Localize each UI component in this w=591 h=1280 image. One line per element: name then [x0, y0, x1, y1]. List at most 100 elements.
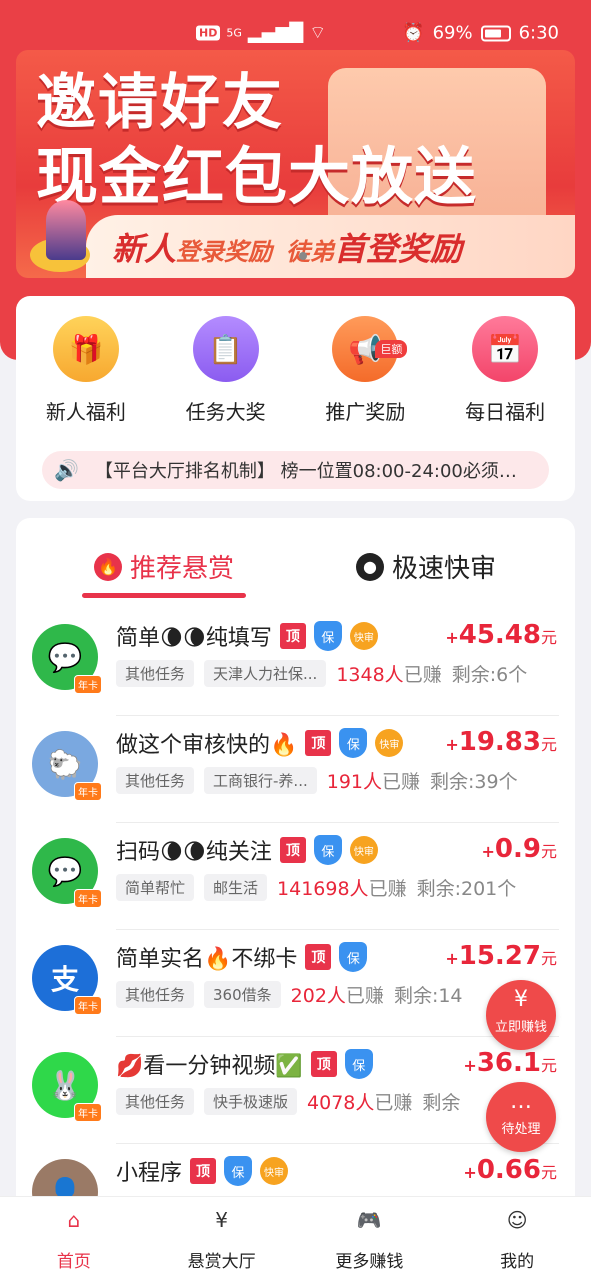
remaining-count: 剩余:39个	[430, 771, 518, 793]
tag-kuai: 快审	[349, 622, 378, 650]
reward-value: 19.83	[458, 727, 541, 757]
task-title-line: 做这个审核快的🔥 顶保快审	[116, 727, 404, 759]
reward-plus: +	[481, 842, 495, 861]
nav-reward-hall[interactable]: ¥ 悬赏大厅	[162, 1205, 282, 1272]
earned-count: 1348人已赚	[336, 660, 441, 687]
earned-count: 141698人已赚	[277, 874, 407, 901]
megaphone-person-illustration	[46, 200, 86, 260]
task-row[interactable]: 🐑 年卡 做这个审核快的🔥 顶保快审 +19.83元 其他任务 工商银行-养..…	[16, 715, 575, 822]
nav-label: 我的	[500, 1252, 535, 1272]
task-avatar: 🐑 年卡	[32, 731, 102, 801]
task-title-line: 扫码🌘🌘纯关注 顶保快审	[116, 834, 378, 866]
earned-count: 202人已赚	[291, 981, 384, 1008]
menu-item-newbie-welfare[interactable]: 🎁 新人福利	[26, 316, 146, 425]
user-icon: ☺	[506, 1208, 528, 1232]
signal-icon: ▂▄▆█	[247, 22, 304, 44]
reward-value: 15.27	[458, 941, 541, 971]
task-meta-line: 其他任务 工商银行-养... 191人已赚 剩余:39个	[116, 767, 561, 794]
task-source-chip: 工商银行-养...	[204, 767, 317, 794]
earned-count: 4078人已赚	[307, 1088, 412, 1115]
tab-label: 推荐悬赏	[130, 554, 235, 584]
task-reward: +15.27元	[445, 941, 557, 971]
task-meta-line: 简单帮忙 邮生活 141698人已赚 剩余:201个	[116, 874, 561, 901]
earned-number: 202人	[290, 985, 346, 1007]
yuan-doc-icon: ¥	[215, 1208, 228, 1232]
task-tabs: 🔥 推荐悬赏 ● 极速快审	[16, 518, 575, 598]
task-title: 做这个审核快的🔥	[116, 733, 298, 758]
menu-item-promo-reward[interactable]: 📢 巨额 推广奖励	[305, 316, 425, 425]
annual-card-badge: 年卡	[74, 1103, 102, 1122]
task-category-chip: 其他任务	[116, 1088, 195, 1115]
task-category-chip: 其他任务	[116, 981, 195, 1008]
nav-home[interactable]: ⌂ 首页	[14, 1205, 134, 1272]
task-reward: +36.1元	[463, 1048, 557, 1078]
task-title-line: 简单🌘🌘纯填写 顶保快审	[116, 620, 378, 652]
task-title: 💋看一分钟视频✅	[116, 1054, 303, 1079]
reward-plus: +	[463, 1056, 477, 1075]
tab-recommended[interactable]: 🔥 推荐悬赏	[94, 548, 234, 585]
task-avatar: 🐰 年卡	[32, 1052, 102, 1122]
task-avatar: 💬 年卡	[32, 624, 102, 694]
announcement-text: 【平台大厅排名机制】 榜一位置08:00-24:00必须…	[94, 461, 517, 482]
strip-b-big: 徒弟	[286, 237, 335, 266]
menu-item-task-award[interactable]: 📋 任务大奖	[166, 316, 286, 425]
quick-menu-card: 🎁 新人福利 📋 任务大奖 📢 巨额 推广奖励 📅 每日福利 🔊 【平台大厅排名…	[16, 296, 575, 501]
earned-number: 1348人	[336, 664, 404, 686]
earned-suffix: 已赚	[368, 878, 407, 900]
task-list: 💬 年卡 简单🌘🌘纯填写 顶保快审 +45.48元 其他任务 天津人力社保...…	[16, 608, 575, 1238]
reward-value: 0.66	[476, 1155, 541, 1185]
status-bar: HD 5G ▂▄▆█ ⌔ ⏰ 69% 6:30	[0, 0, 591, 44]
status-left: HD 5G ▂▄▆█ ⌔	[196, 22, 326, 45]
strip-a-big: 新人	[112, 229, 177, 268]
reward-unit: 元	[540, 628, 557, 647]
reward-unit: 元	[540, 1056, 557, 1075]
tab-fast-review[interactable]: ● 极速快审	[356, 548, 496, 585]
network-label: 5G	[226, 26, 242, 40]
task-category-chip: 简单帮忙	[116, 874, 195, 901]
tag-ding: 顶	[305, 730, 332, 756]
carousel-indicator	[299, 252, 307, 260]
task-category-chip: 其他任务	[116, 660, 195, 687]
task-title: 简单🌘🌘纯填写	[116, 626, 272, 651]
earned-suffix: 已赚	[382, 771, 421, 793]
tag-bao: 保	[339, 728, 368, 758]
tag-bao: 保	[339, 942, 368, 972]
active-tab-indicator	[82, 593, 246, 598]
task-source-chip: 天津人力社保...	[204, 660, 327, 687]
menu-label: 每日福利	[465, 400, 546, 424]
calendar-check-icon: 📅	[472, 316, 539, 382]
task-row[interactable]: 💬 年卡 扫码🌘🌘纯关注 顶保快审 +0.9元 简单帮忙 邮生活 141698人…	[16, 822, 575, 929]
tag-bao: 保	[313, 835, 342, 865]
tag-ding: 顶	[305, 944, 332, 970]
pending-label: 待处理	[501, 1122, 541, 1137]
task-reward: +19.83元	[445, 727, 557, 757]
menu-item-daily-welfare[interactable]: 📅 每日福利	[445, 316, 565, 425]
task-title-line: 简单实名🔥不绑卡 顶保	[116, 941, 368, 973]
status-right: ⏰ 69% 6:30	[402, 23, 559, 44]
task-title: 扫码🌘🌘纯关注	[116, 840, 272, 865]
task-category-chip: 其他任务	[116, 767, 195, 794]
nav-label: 首页	[56, 1252, 91, 1272]
announcement-bar[interactable]: 🔊 【平台大厅排名机制】 榜一位置08:00-24:00必须…	[42, 451, 549, 489]
banner-title-line2: 现金红包大放送	[36, 140, 478, 213]
reward-plus: +	[463, 1163, 477, 1182]
hd-badge: HD	[196, 25, 221, 41]
annual-card-badge: 年卡	[74, 782, 102, 801]
speaker-icon: 🔊	[54, 458, 79, 482]
invite-banner[interactable]: 邀请好友 现金红包大放送 新人登录奖励 徒弟首登奖励	[16, 50, 575, 278]
nav-mine[interactable]: ☺ 我的	[457, 1205, 577, 1272]
nav-more-earning[interactable]: 🎮 更多赚钱	[309, 1205, 429, 1272]
task-avatar: 💬 年卡	[32, 838, 102, 908]
remaining-count: 剩余:6个	[451, 664, 528, 686]
earn-now-button[interactable]: ¥ 立即赚钱	[486, 980, 556, 1050]
pending-button[interactable]: … 待处理	[486, 1082, 556, 1152]
clock: 6:30	[518, 22, 559, 44]
fire-icon: 🔥	[94, 552, 122, 581]
battery-icon	[480, 25, 511, 41]
reward-unit: 元	[540, 949, 557, 968]
reward-plus: +	[445, 628, 459, 647]
task-row[interactable]: 💬 年卡 简单🌘🌘纯填写 顶保快审 +45.48元 其他任务 天津人力社保...…	[16, 608, 575, 715]
reward-unit: 元	[540, 1163, 557, 1182]
tag-ding: 顶	[310, 1051, 337, 1077]
task-title: 简单实名🔥不绑卡	[116, 947, 298, 972]
